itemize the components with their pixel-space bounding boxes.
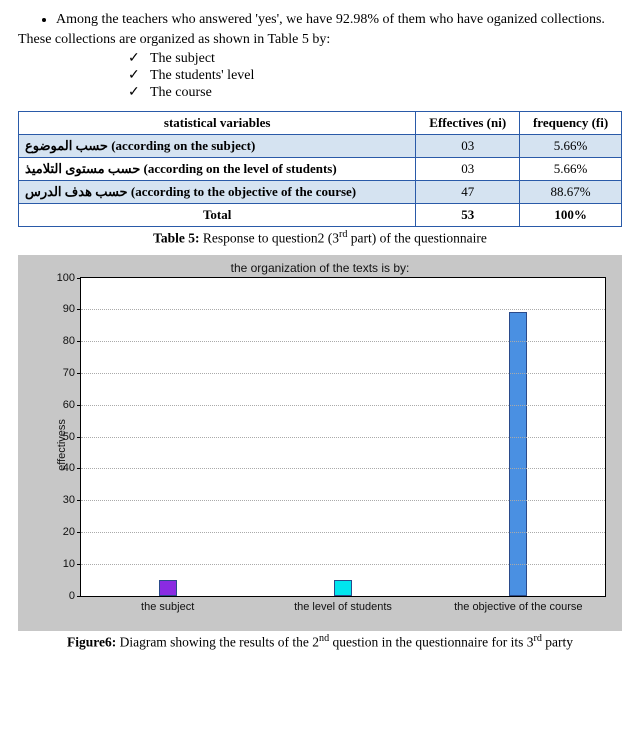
table-caption: Table 5: Response to question2 (3rd part…: [18, 229, 622, 247]
y-tick-label: 90: [63, 303, 75, 315]
row-ni: 03: [416, 135, 520, 158]
row-label: حسب مستوى التلاميذ (according on the lev…: [19, 158, 416, 181]
caption-text: party: [542, 634, 573, 649]
row-fi: 5.66%: [520, 158, 622, 181]
y-tick-mark: [77, 309, 81, 310]
y-axis-label: effectivess: [56, 419, 68, 471]
caption-bold: Table 5:: [153, 231, 199, 246]
table-total-row: Total 53 100%: [19, 204, 622, 227]
figure-caption: Figure6: Diagram showing the results of …: [18, 633, 622, 651]
bar-slot: [81, 580, 256, 596]
caption-sup: rd: [534, 633, 542, 644]
y-tick-mark: [77, 500, 81, 501]
bullet-list: Among the teachers who answered 'yes', w…: [18, 12, 622, 28]
caption-text: Diagram showing the results of the 2: [116, 634, 319, 649]
total-label: Total: [19, 204, 416, 227]
y-tick-mark: [77, 278, 81, 279]
caption-text: part) of the questionnaire: [347, 231, 486, 246]
grid-line: [81, 405, 605, 406]
row-fi: 5.66%: [520, 135, 622, 158]
y-tick-label: 100: [57, 272, 75, 284]
intro-line: These collections are organized as shown…: [18, 32, 622, 48]
caption-text: question in the questionnaire for its 3: [329, 634, 533, 649]
chart-panel: the organization of the texts is by: 010…: [18, 255, 622, 631]
row-ni: 47: [416, 181, 520, 204]
row-fi: 88.67%: [520, 181, 622, 204]
bar-slot: [430, 312, 605, 595]
grid-line: [81, 309, 605, 310]
y-tick-mark: [77, 405, 81, 406]
table-row: حسب الموضوع (according on the subject) 0…: [19, 135, 622, 158]
y-tick-mark: [77, 468, 81, 469]
table-header: Effectives (ni): [416, 112, 520, 135]
y-tick-mark: [77, 373, 81, 374]
row-ni: 03: [416, 158, 520, 181]
y-tick-label: 60: [63, 399, 75, 411]
bar-slot: [256, 580, 431, 596]
data-table: statistical variables Effectives (ni) fr…: [18, 111, 622, 227]
total-ni: 53: [416, 204, 520, 227]
y-tick-mark: [77, 564, 81, 565]
x-tick-label: the subject: [80, 601, 255, 613]
x-labels: the subjectthe level of studentsthe obje…: [80, 601, 606, 613]
chart-title: the organization of the texts is by:: [26, 261, 614, 275]
table-header: frequency (fi): [520, 112, 622, 135]
plot-area: 0102030405060708090100: [80, 277, 606, 597]
bar: [509, 312, 527, 595]
x-tick-label: the objective of the course: [431, 601, 606, 613]
y-tick-label: 20: [63, 526, 75, 538]
y-tick-label: 10: [63, 558, 75, 570]
row-label: حسب الموضوع (according on the subject): [19, 135, 416, 158]
table-header: statistical variables: [19, 112, 416, 135]
check-item: The students' level: [128, 67, 622, 84]
table-row: حسب مستوى التلاميذ (according on the lev…: [19, 158, 622, 181]
check-list: The subject The students' level The cour…: [18, 50, 622, 101]
bar: [334, 580, 352, 596]
grid-line: [81, 341, 605, 342]
y-tick-label: 80: [63, 335, 75, 347]
grid-line: [81, 532, 605, 533]
grid-line: [81, 468, 605, 469]
y-tick-mark: [77, 437, 81, 438]
caption-text: Response to question2 (3: [200, 231, 340, 246]
grid-line: [81, 373, 605, 374]
row-label: حسب هدف الدرس (according to the objectiv…: [19, 181, 416, 204]
y-tick-label: 0: [69, 590, 75, 602]
grid-line: [81, 500, 605, 501]
y-tick-mark: [77, 341, 81, 342]
check-item: The course: [128, 84, 622, 101]
table-row: حسب هدف الدرس (according to the objectiv…: [19, 181, 622, 204]
grid-line: [81, 437, 605, 438]
x-tick-label: the level of students: [255, 601, 430, 613]
y-tick-mark: [77, 532, 81, 533]
y-tick-label: 70: [63, 367, 75, 379]
caption-bold: Figure6:: [67, 634, 116, 649]
total-fi: 100%: [520, 204, 622, 227]
grid-line: [81, 564, 605, 565]
y-tick-mark: [77, 596, 81, 597]
bullet-item: Among the teachers who answered 'yes', w…: [56, 12, 622, 28]
check-item: The subject: [128, 50, 622, 67]
plot-wrap: 0102030405060708090100 effectivess the s…: [80, 277, 606, 613]
bar: [159, 580, 177, 596]
table-header-row: statistical variables Effectives (ni) fr…: [19, 112, 622, 135]
caption-sup: nd: [319, 633, 329, 644]
y-tick-label: 30: [63, 494, 75, 506]
